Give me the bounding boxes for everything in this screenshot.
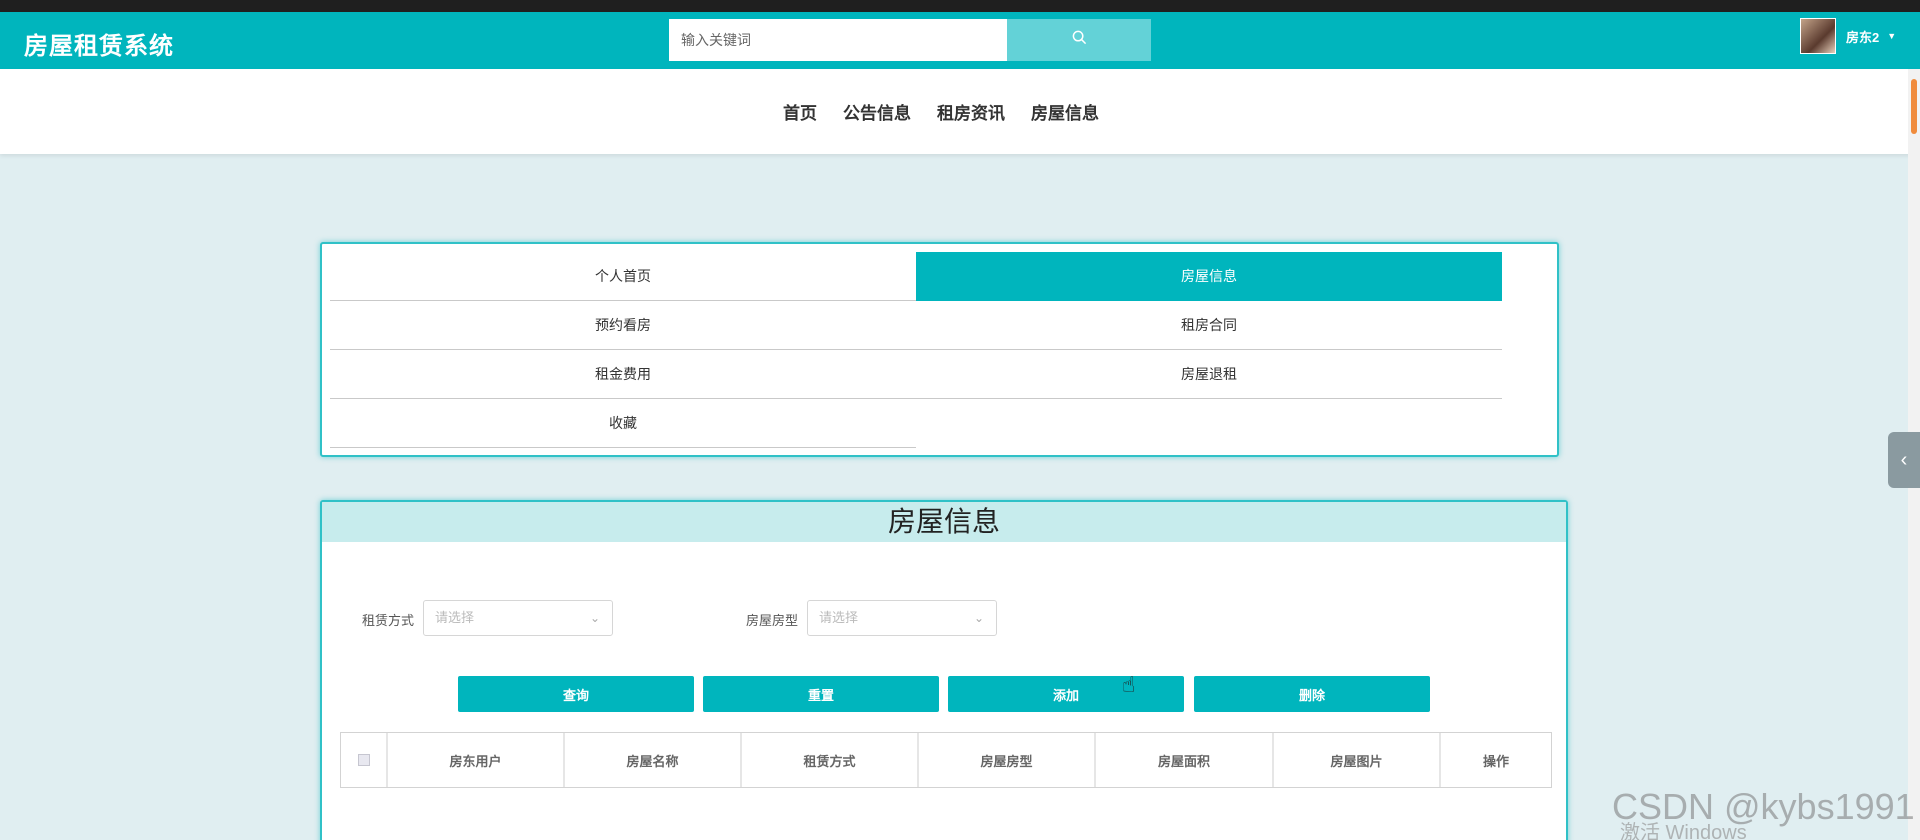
scrollbar-thumb[interactable]	[1911, 79, 1917, 134]
select-all-checkbox[interactable]	[357, 754, 370, 766]
user-name[interactable]: 房东2	[1846, 27, 1879, 46]
column-header[interactable]: 房屋面积	[1096, 733, 1274, 787]
menu-item-checkout[interactable]: 房屋退租	[916, 350, 1502, 399]
menu-item-viewing[interactable]: 预约看房	[330, 301, 916, 350]
menu-item-house-info[interactable]: 房屋信息	[916, 252, 1502, 301]
main-nav: 首页 公告信息 租房资讯 房屋信息	[0, 69, 1920, 154]
top-strip	[0, 0, 1920, 12]
column-header: 操作	[1482, 753, 1509, 769]
query-button[interactable]: 查询	[458, 676, 694, 712]
menu-item-contract[interactable]: 租房合同	[916, 301, 1502, 350]
nav-home[interactable]: 首页	[783, 99, 817, 124]
menu-item-favorites[interactable]: 收藏	[330, 399, 916, 448]
search-icon	[1072, 30, 1087, 50]
room-type-select[interactable]: 请选择 ⌄	[807, 600, 997, 636]
menu-item-profile[interactable]: 个人首页	[330, 252, 916, 301]
filter-label-room-type: 房屋房型	[746, 613, 799, 628]
chevron-down-icon: ⌄	[973, 611, 984, 625]
search-button[interactable]	[1007, 19, 1151, 61]
table-header: 房东用户 房屋名称 租赁方式 房屋房型 房屋面积 房屋图片 操作	[340, 732, 1552, 788]
rent-type-select[interactable]: 请选择 ⌄	[423, 600, 613, 636]
column-header[interactable]: 租赁方式	[742, 733, 919, 787]
nav-news[interactable]: 租房资讯	[937, 99, 1005, 124]
select-all-cell	[341, 733, 388, 787]
search-bar	[669, 19, 1151, 61]
menu-item-rent-fee[interactable]: 租金费用	[330, 350, 916, 399]
caret-down-icon[interactable]: ▼	[1887, 31, 1896, 41]
nav-notice[interactable]: 公告信息	[843, 99, 911, 124]
add-button[interactable]: 添加	[948, 676, 1184, 712]
user-menu[interactable]: 房东2 ▼	[1800, 18, 1896, 54]
search-input[interactable]	[669, 19, 1007, 61]
side-drawer-toggle[interactable]: ‹	[1888, 432, 1920, 488]
column-header[interactable]: 房屋图片	[1274, 733, 1441, 787]
delete-button[interactable]: 删除	[1194, 676, 1430, 712]
nav-house-info[interactable]: 房屋信息	[1031, 99, 1099, 124]
chevron-left-icon: ‹	[1900, 448, 1908, 471]
select-placeholder: 请选择	[819, 610, 859, 625]
os-activation-notice: 激活 Windows	[1620, 822, 1747, 840]
column-header[interactable]: 房东用户	[388, 733, 565, 787]
hand-cursor-icon: ☝	[1122, 672, 1136, 697]
avatar[interactable]	[1800, 18, 1836, 54]
chevron-down-icon: ⌄	[589, 611, 600, 625]
column-header[interactable]: 房屋房型	[919, 733, 1096, 787]
site-title: 房屋租赁系统	[24, 33, 174, 60]
reset-button[interactable]: 重置	[703, 676, 939, 712]
header-bar: 房屋租赁系统 房东2 ▼	[0, 12, 1920, 69]
house-list-panel: 房屋信息 租赁方式 请选择 ⌄ 房屋房型 请选择 ⌄ 查询 重置 添加 删除 房…	[320, 500, 1568, 840]
filter-label-rent-type: 租赁方式	[362, 613, 415, 628]
panel-title: 房屋信息	[322, 502, 1566, 542]
select-placeholder: 请选择	[435, 610, 475, 625]
column-header[interactable]: 房屋名称	[565, 733, 742, 787]
center-menu: 个人首页 房屋信息 预约看房 租房合同 租金费用 房屋退租 收藏	[320, 242, 1559, 457]
